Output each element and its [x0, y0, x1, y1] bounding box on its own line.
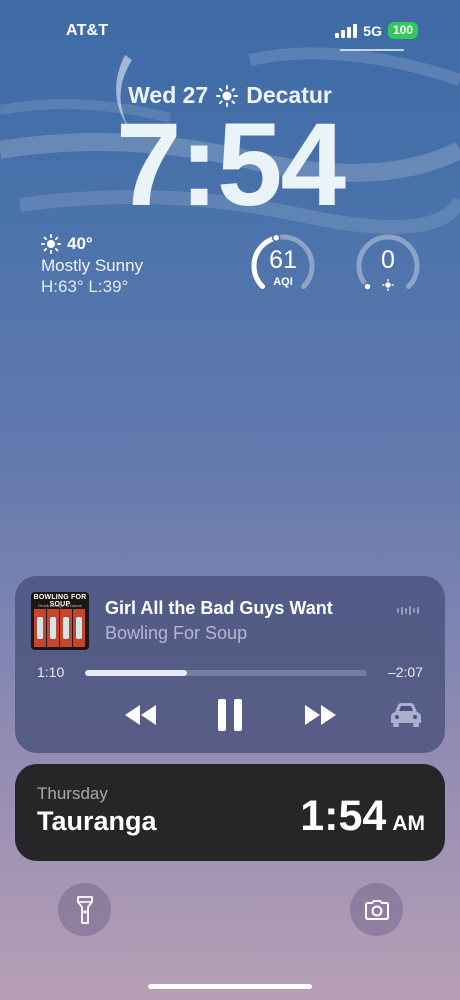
network-label: 5G [363, 22, 382, 39]
signal-bars-icon [335, 23, 358, 38]
aqi-label: AQI [273, 276, 293, 288]
progress-fill [85, 670, 187, 676]
control-center-hint[interactable] [340, 49, 404, 51]
car-icon[interactable] [389, 701, 423, 729]
world-clock-time: 1:54 [300, 792, 387, 840]
weather-condition: Mostly Sunny [41, 256, 144, 276]
album-art-subtitle: Drunk Enough To Dance [38, 603, 82, 608]
world-clock-ampm: AM [392, 812, 425, 835]
world-clock-city: Tauranga [37, 806, 157, 836]
camera-icon [364, 899, 389, 920]
pause-icon[interactable] [217, 698, 243, 732]
lock-time: 7:54 [115, 99, 346, 231]
camera-button[interactable] [350, 883, 403, 936]
waveform-icon [397, 606, 419, 615]
aqi-gauge[interactable]: 61 AQI [250, 233, 316, 299]
world-clock-day: Thursday [37, 784, 108, 803]
sun-icon [41, 234, 61, 255]
world-clock-time-group: 1:54 AM [300, 792, 425, 841]
weather-temp: 40° [67, 234, 93, 253]
sun-icon [382, 279, 394, 291]
status-bar: AT&T 5G 100 [0, 22, 460, 42]
home-indicator[interactable] [148, 984, 312, 989]
fast-forward-icon[interactable] [302, 700, 338, 730]
song-artist: Bowling For Soup [105, 623, 248, 643]
flashlight-button[interactable] [58, 883, 111, 936]
aqi-value: 61 [269, 246, 297, 274]
weather-widget[interactable]: 40° Mostly Sunny H:63° L:39° [41, 234, 143, 297]
uv-gauge[interactable]: 0 [355, 233, 421, 299]
flashlight-icon [76, 895, 93, 924]
elapsed-time: 1:10 [37, 664, 65, 680]
carrier-label: AT&T [66, 22, 109, 39]
uv-value: 0 [381, 246, 395, 274]
remaining-time: –2:07 [387, 664, 423, 680]
song-title: Girl All the Bad Guys Want [105, 598, 333, 618]
battery-indicator: 100 [387, 22, 418, 39]
rewind-icon[interactable] [123, 700, 159, 730]
now-playing-widget[interactable]: BOWLING FOR SOUP Drunk Enough To Dance G… [15, 576, 445, 753]
world-clock-widget[interactable]: Thursday Tauranga 1:54 AM [15, 764, 445, 861]
weather-hi-lo: H:63° L:39° [41, 276, 129, 296]
progress-scrubber[interactable] [85, 670, 367, 676]
album-art[interactable]: BOWLING FOR SOUP Drunk Enough To Dance [31, 592, 89, 650]
